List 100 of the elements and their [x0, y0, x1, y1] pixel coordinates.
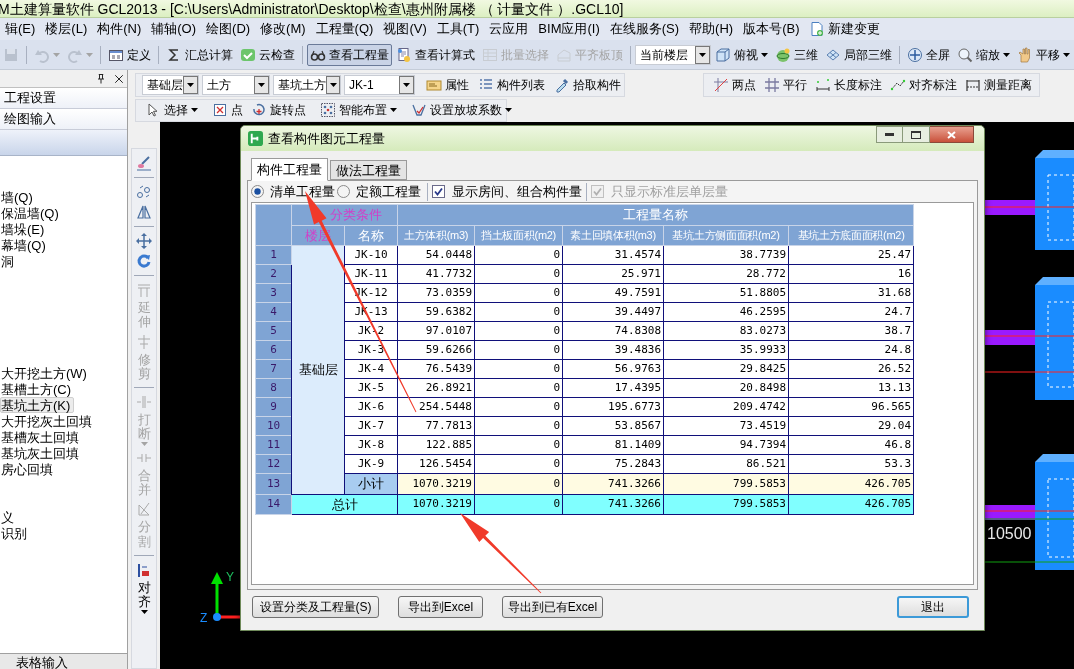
move-icon — [136, 233, 152, 249]
menu-item[interactable]: 绘图(D) — [201, 19, 256, 39]
caret-icon — [187, 83, 194, 87]
panel-nav-item[interactable]: 绘图输入 — [0, 109, 127, 130]
close-button[interactable] — [113, 72, 125, 85]
pin-button[interactable] — [95, 72, 107, 85]
icon-button[interactable] — [136, 231, 152, 251]
hand-icon — [1017, 46, 1033, 63]
row-number: 13 — [255, 473, 292, 494]
drawing-canvas[interactable] — [160, 122, 1074, 669]
dropdown-field[interactable]: 当前楼层 — [635, 44, 711, 65]
tree-item[interactable]: 基槽土方(C) — [0, 381, 76, 397]
toolbar-button[interactable]: 选择 — [142, 99, 201, 121]
toolbar-button[interactable]: 设置放坡系数 — [408, 99, 515, 121]
toolbar-button[interactable]: 云检查 — [237, 43, 298, 66]
tree-item[interactable]: 墙垛(E) — [0, 221, 49, 237]
toolbar-button[interactable]: 局部三维 — [822, 43, 895, 66]
toolbar-button[interactable]: 两点 — [710, 74, 759, 96]
toolbar-button[interactable]: 汇总计算 — [163, 43, 236, 66]
toolbar-button[interactable]: 智能布置 — [317, 99, 400, 121]
toolbar-button[interactable]: 对齐 — [136, 559, 152, 616]
menu-item[interactable]: 在线服务(S) — [604, 19, 685, 39]
menu-item[interactable]: 视图(V) — [378, 19, 432, 39]
maximize-button[interactable] — [903, 126, 930, 143]
toolbar-button[interactable]: 俯视 — [712, 43, 771, 66]
dropdown-field[interactable]: 基础层 — [142, 75, 199, 95]
toolbar-button[interactable]: 查看计算式 — [393, 43, 478, 66]
dialog-button[interactable]: 导出到Excel — [398, 596, 483, 618]
dialog-button[interactable]: 退出 — [897, 596, 969, 618]
toolbar-button[interactable]: 三维 — [772, 43, 821, 66]
table-cell: 基础层 — [291, 245, 345, 494]
dialog-button[interactable]: 导出到已有Excel — [502, 596, 603, 618]
toolbar-button[interactable]: 构件列表 — [475, 74, 548, 96]
tree-item[interactable]: 识别 — [0, 525, 31, 541]
menu-item[interactable]: 版本号(B) — [738, 19, 805, 39]
menu-item[interactable]: 构件(N) — [92, 19, 147, 39]
checkbox-icon — [591, 185, 604, 198]
close-button[interactable] — [930, 126, 974, 143]
zoom-icon — [957, 46, 973, 63]
toolbar-button[interactable]: 长度标注 — [812, 74, 885, 96]
tree-item[interactable]: 基坑土方(K) — [0, 397, 75, 413]
panel-nav-item[interactable]: 工程设置 — [0, 88, 127, 109]
radio-button[interactable]: 定额工程量 — [337, 181, 421, 202]
tab[interactable]: 构件工程量 — [251, 158, 328, 181]
menu-item[interactable]: 辑(E) — [0, 19, 41, 39]
menu-item[interactable]: 工具(T) — [431, 19, 485, 39]
toolbar-button[interactable]: 平移 — [1014, 43, 1073, 66]
app-icon — [248, 131, 263, 146]
toolbar-button[interactable]: 缩放 — [954, 43, 1013, 66]
dialog-button[interactable]: 设置分类及工程量(S) — [252, 596, 379, 618]
caret-icon — [699, 52, 706, 57]
dropdown-field[interactable]: 土方 — [202, 75, 270, 95]
checkbox[interactable]: 显示房间、组合构件量 — [432, 181, 582, 202]
menu-item[interactable]: 修改(M) — [255, 19, 311, 39]
mirror-icon — [136, 204, 152, 220]
measure-icon — [965, 77, 981, 93]
toolbar-button[interactable]: 旋转点 — [248, 99, 309, 121]
tree-item[interactable]: 房心回填 — [0, 461, 57, 477]
dimension-icon — [815, 77, 831, 93]
toolbar-button[interactable]: 全屏 — [904, 43, 953, 66]
axis-label: Z — [200, 611, 208, 625]
toolbar-button[interactable]: 测量距离 — [962, 74, 1035, 96]
brush-icon — [136, 155, 152, 171]
tree-item[interactable]: 墙(Q) — [0, 189, 37, 205]
menu-item[interactable]: 辅轴(O) — [146, 19, 202, 39]
toolbar-button[interactable]: 点 — [209, 99, 246, 121]
caret-icon — [191, 108, 198, 112]
toolbar-button[interactable]: 对齐标注 — [887, 74, 960, 96]
panel-tab[interactable]: 表格输入 — [0, 653, 127, 669]
tree-item[interactable]: 幕墙(Q) — [0, 237, 50, 253]
caret-icon — [1063, 52, 1070, 57]
tree-item[interactable]: 大开挖灰土回填 — [0, 413, 96, 429]
grid-dots-icon — [320, 102, 336, 118]
tree-item[interactable]: 基槽灰土回填 — [0, 429, 83, 445]
dropdown-field[interactable]: 基坑土方 — [273, 75, 341, 95]
tree-item[interactable]: 基坑灰土回填 — [0, 445, 83, 461]
minimize-button[interactable] — [876, 126, 903, 143]
toolbar-button[interactable]: 拾取构件 — [551, 74, 624, 96]
close-icon — [947, 130, 956, 139]
tree-item[interactable]: 保温墙(Q) — [0, 205, 63, 221]
dropdown-field[interactable]: JK-1 — [344, 75, 415, 95]
menu-item[interactable]: 楼层(L) — [40, 19, 93, 39]
icon-button[interactable] — [136, 153, 152, 173]
tree-item[interactable]: 义 — [0, 509, 18, 525]
menu-item[interactable]: 帮助(H) — [684, 19, 739, 39]
tree-item[interactable]: 大开挖土方(W) — [0, 365, 91, 381]
table-corner — [255, 204, 292, 246]
tab[interactable]: 做法工程量 — [330, 160, 407, 180]
toolbar-button[interactable]: 查看工程量 — [307, 43, 392, 66]
toolbar-button[interactable]: 平行 — [761, 74, 810, 96]
axis-icon — [211, 572, 240, 621]
menu-item[interactable]: BIM应用(I) — [533, 19, 605, 39]
toolbar-button[interactable]: 属性 — [423, 74, 472, 96]
menu-item[interactable]: 新建变更 — [804, 19, 886, 39]
align-icon — [136, 561, 152, 578]
tree-item[interactable]: 洞 — [0, 253, 18, 269]
menu-item[interactable]: 云应用 — [484, 19, 534, 39]
menu-item[interactable]: 工程量(Q) — [310, 19, 379, 39]
pin-icon — [95, 72, 107, 85]
toolbar-button[interactable]: 定义 — [105, 43, 154, 66]
